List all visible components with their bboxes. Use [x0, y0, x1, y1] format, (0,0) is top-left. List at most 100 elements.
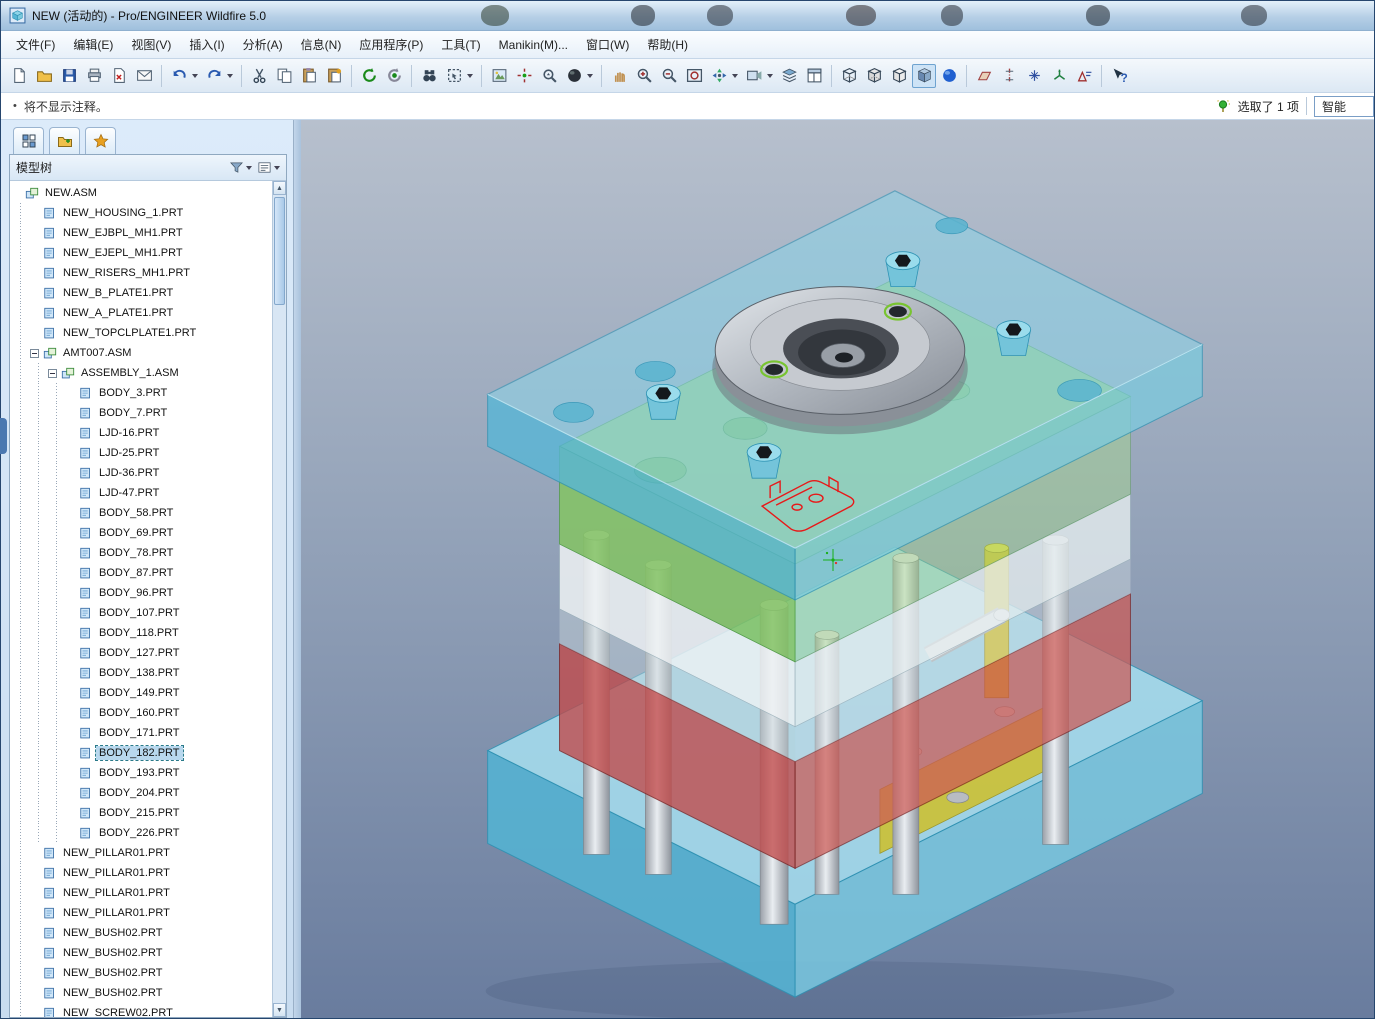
- tree-item[interactable]: BODY_204.PRT: [12, 783, 271, 803]
- tree-item[interactable]: NEW_PILLAR01.PRT: [12, 863, 271, 883]
- tree-item[interactable]: NEW_A_PLATE1.PRT: [12, 303, 271, 323]
- zoom-in-button[interactable]: [632, 64, 656, 88]
- tree-item[interactable]: NEW_PILLAR01.PRT: [12, 843, 271, 863]
- new-file-button[interactable]: [7, 64, 31, 88]
- redo-dropdown-caret[interactable]: [227, 73, 233, 78]
- tree-item[interactable]: LJD-25.PRT: [12, 443, 271, 463]
- tree-collapse-box[interactable]: [30, 348, 39, 358]
- tree-item[interactable]: BODY_182.PRT: [12, 743, 271, 763]
- tree-item[interactable]: NEW_B_PLATE1.PRT: [12, 283, 271, 303]
- window-edge-tab[interactable]: [0, 418, 7, 454]
- saved-views-dropdown-caret[interactable]: [767, 73, 773, 78]
- tree-item[interactable]: NEW_BUSH02.PRT: [12, 943, 271, 963]
- undo-button[interactable]: [167, 64, 191, 88]
- tree-item[interactable]: BODY_96.PRT: [12, 583, 271, 603]
- auto-regenerate-button[interactable]: [382, 64, 406, 88]
- reorient-button[interactable]: [707, 64, 731, 88]
- menu-help[interactable]: 帮助(H): [638, 32, 697, 57]
- tree-item[interactable]: BODY_58.PRT: [12, 503, 271, 523]
- paste-button[interactable]: [297, 64, 321, 88]
- tree-item[interactable]: BODY_215.PRT: [12, 803, 271, 823]
- layers-button[interactable]: [777, 64, 801, 88]
- scroll-up-button[interactable]: ▲: [273, 181, 286, 195]
- panel-sash[interactable]: [293, 120, 301, 1018]
- tree-item[interactable]: BODY_149.PRT: [12, 683, 271, 703]
- tree-item[interactable]: BODY_138.PRT: [12, 663, 271, 683]
- tree-item[interactable]: BODY_7.PRT: [12, 403, 271, 423]
- tree-item[interactable]: NEW_BUSH02.PRT: [12, 963, 271, 983]
- menu-insert[interactable]: 插入(I): [180, 32, 233, 57]
- save-button[interactable]: [57, 64, 81, 88]
- tree-item[interactable]: BODY_193.PRT: [12, 763, 271, 783]
- tree-item[interactable]: BODY_87.PRT: [12, 563, 271, 583]
- select-box-button[interactable]: [442, 64, 466, 88]
- shaded-button[interactable]: [912, 63, 936, 88]
- open-file-button[interactable]: [32, 64, 56, 88]
- tree-item[interactable]: NEW_PILLAR01.PRT: [12, 883, 271, 903]
- datum-points-button[interactable]: [1022, 64, 1046, 88]
- tree-item[interactable]: NEW_BUSH02.PRT: [12, 923, 271, 943]
- select-box-dropdown-caret[interactable]: [467, 73, 473, 78]
- tree-item[interactable]: NEW_TOPCLPLATE1.PRT: [12, 323, 271, 343]
- tree-item[interactable]: BODY_127.PRT: [12, 643, 271, 663]
- tree-item[interactable]: NEW_HOUSING_1.PRT: [12, 203, 271, 223]
- datum-axes-button[interactable]: [997, 64, 1021, 88]
- tree-item[interactable]: LJD-16.PRT: [12, 423, 271, 443]
- tree-item[interactable]: AMT007.ASM: [12, 343, 271, 363]
- tree-settings-button[interactable]: [257, 160, 280, 175]
- menu-manikin[interactable]: Manikin(M)...: [490, 34, 577, 56]
- annotations-button[interactable]: [1072, 64, 1096, 88]
- scrollbar-thumb[interactable]: [274, 197, 285, 305]
- 3d-canvas[interactable]: [301, 120, 1374, 1018]
- menu-tools[interactable]: 工具(T): [432, 32, 489, 57]
- graphics-viewport[interactable]: [301, 120, 1374, 1018]
- enhanced-realism-button[interactable]: [937, 64, 961, 88]
- cut-button[interactable]: [247, 64, 271, 88]
- tree-item[interactable]: NEW_EJBPL_MH1.PRT: [12, 223, 271, 243]
- refit-button[interactable]: [682, 64, 706, 88]
- no-hidden-button[interactable]: [887, 64, 911, 88]
- display-style-dropdown-caret[interactable]: [587, 73, 593, 78]
- menu-analysis[interactable]: 分析(A): [234, 32, 292, 57]
- tree-item[interactable]: NEW_PILLAR01.PRT: [12, 903, 271, 923]
- send-mail-button[interactable]: [132, 64, 156, 88]
- undo-dropdown-caret[interactable]: [192, 73, 198, 78]
- tree-item[interactable]: NEW_EJEPL_MH1.PRT: [12, 243, 271, 263]
- context-help-button[interactable]: ?: [1107, 64, 1131, 88]
- tree-item[interactable]: BODY_171.PRT: [12, 723, 271, 743]
- find-button[interactable]: [417, 64, 441, 88]
- tree-item[interactable]: BODY_226.PRT: [12, 823, 271, 843]
- menu-file[interactable]: 文件(F): [7, 32, 64, 57]
- menu-info[interactable]: 信息(N): [292, 32, 351, 57]
- tree-item[interactable]: BODY_78.PRT: [12, 543, 271, 563]
- zoom-out-button[interactable]: [657, 64, 681, 88]
- tree-filter-button[interactable]: [229, 160, 252, 175]
- tree-item[interactable]: LJD-47.PRT: [12, 483, 271, 503]
- display-style-button[interactable]: [562, 64, 586, 88]
- menu-window[interactable]: 窗口(W): [577, 32, 638, 57]
- drag-mode-button[interactable]: [607, 64, 631, 88]
- copy-button[interactable]: [272, 64, 296, 88]
- selection-filter-dropdown[interactable]: 智能: [1314, 95, 1374, 117]
- print-button[interactable]: [82, 64, 106, 88]
- tree-item[interactable]: BODY_69.PRT: [12, 523, 271, 543]
- tree-item[interactable]: NEW.ASM: [12, 183, 271, 203]
- tree-item[interactable]: BODY_107.PRT: [12, 603, 271, 623]
- hidden-line-button[interactable]: [862, 64, 886, 88]
- menu-edit[interactable]: 编辑(E): [64, 32, 122, 57]
- view-manager-button[interactable]: [802, 64, 826, 88]
- menu-applications[interactable]: 应用程序(P): [350, 32, 432, 57]
- spin-center-button[interactable]: [512, 64, 536, 88]
- tree-item[interactable]: BODY_160.PRT: [12, 703, 271, 723]
- saved-views-button[interactable]: [742, 64, 766, 88]
- tree-item[interactable]: LJD-36.PRT: [12, 463, 271, 483]
- tree-collapse-box[interactable]: [48, 368, 57, 378]
- tree-item[interactable]: BODY_118.PRT: [12, 623, 271, 643]
- delete-old-versions-button[interactable]: [107, 64, 131, 88]
- orient-mode-button[interactable]: [537, 64, 561, 88]
- datum-csys-button[interactable]: [1047, 64, 1071, 88]
- wireframe-button[interactable]: [837, 64, 861, 88]
- tree-item[interactable]: NEW_RISERS_MH1.PRT: [12, 263, 271, 283]
- tree-item[interactable]: NEW_SCREW02.PRT: [12, 1003, 271, 1017]
- favorites-tab[interactable]: [85, 127, 116, 154]
